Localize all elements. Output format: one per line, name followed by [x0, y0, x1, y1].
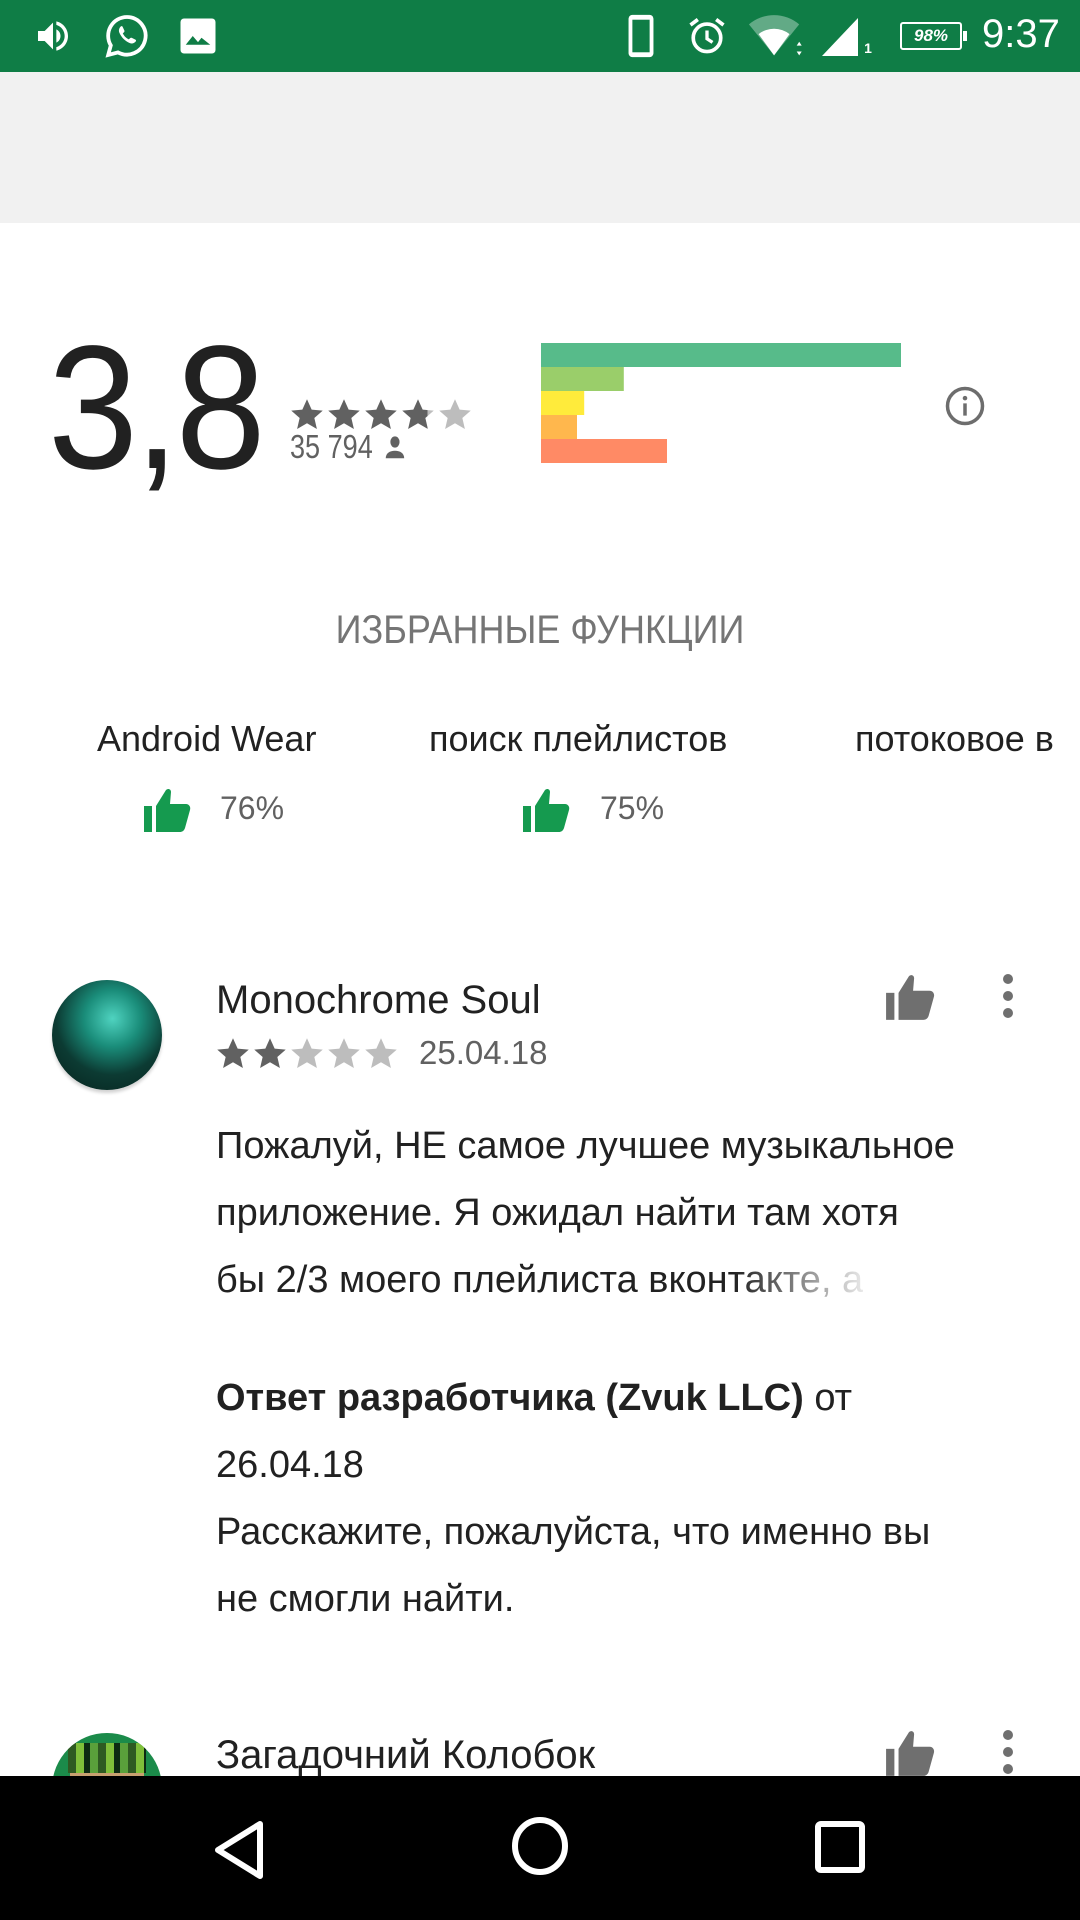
review-stars — [215, 1036, 400, 1072]
clock: 9:37 — [982, 12, 1060, 56]
whatsapp-icon — [102, 14, 152, 58]
star-icon — [439, 399, 471, 429]
rating-count: 35 794 — [290, 428, 407, 466]
histogram-bar-4-stars — [541, 367, 624, 391]
review-body[interactable]: Пожалуй, НЕ самое лучшее музыкальное при… — [216, 1113, 1046, 1314]
navigation-bar — [0, 1776, 1080, 1920]
avatar[interactable] — [52, 980, 162, 1090]
more-vert-icon — [1003, 974, 1013, 1018]
back-icon — [215, 1821, 263, 1879]
features-title: ИЗБРАННЫЕ ФУНКЦИИ — [335, 608, 745, 652]
home-button[interactable] — [510, 1816, 570, 1881]
reply-title-suffix: от — [803, 1377, 853, 1419]
reply-line: Расскажите, пожалуйста, что именно вы — [216, 1511, 931, 1553]
star-icon — [328, 1038, 360, 1068]
info-icon[interactable] — [944, 385, 986, 427]
feature-percent: 75% — [600, 790, 665, 826]
wifi-icon — [746, 14, 806, 58]
recents-icon — [815, 1821, 865, 1873]
average-rating: 3,8 — [48, 310, 266, 506]
star-icon — [291, 1038, 323, 1068]
star-icon — [254, 1038, 286, 1068]
review-line: приложение. Я ожидал найти там хотя — [216, 1192, 899, 1234]
recents-button[interactable] — [814, 1820, 866, 1879]
phone-icon — [624, 14, 658, 58]
thumbs-up-icon — [521, 786, 573, 834]
reply-title: Ответ разработчика (Zvuk LLC) — [216, 1377, 804, 1419]
review-line: Пожалуй, НЕ самое лучшее музыкальное — [216, 1125, 955, 1167]
header-area — [0, 72, 1080, 223]
sim-label: 1 — [864, 40, 872, 56]
review-author: Загадочний Колобок — [216, 1733, 596, 1777]
histogram-bar-1-stars — [541, 439, 667, 463]
review-author: Monochrome Soul — [216, 978, 541, 1022]
home-icon — [512, 1817, 568, 1875]
rating-histogram — [541, 343, 901, 463]
back-button[interactable] — [212, 1820, 268, 1885]
more-vert-icon — [1003, 1730, 1013, 1774]
star-icon — [217, 1038, 249, 1068]
star-icon — [365, 1038, 397, 1068]
histogram-bar-5-stars — [541, 343, 901, 367]
feature-name[interactable]: потоковое в — [855, 718, 1054, 760]
volume-icon — [32, 14, 74, 58]
thumbs-up-icon — [142, 786, 194, 834]
status-bar: 1 98% 9:37 — [0, 0, 1080, 72]
review-line: бы 2/3 моего плейлиста вконтакте, а — [216, 1247, 863, 1314]
histogram-bar-3-stars — [541, 391, 585, 415]
feature-name[interactable]: поиск плейлистов — [429, 718, 727, 760]
person-icon — [383, 432, 408, 462]
review-date: 25.04.18 — [419, 1034, 548, 1071]
battery-percent: 98% — [913, 26, 949, 45]
feature-name[interactable]: Android Wear — [97, 718, 316, 760]
reply-line: не смогли найти. — [216, 1578, 515, 1620]
helpful-button[interactable] — [884, 1728, 938, 1783]
reply-date: 26.04.18 — [216, 1444, 364, 1486]
alarm-icon — [684, 14, 730, 58]
feature-percent: 76% — [220, 790, 285, 826]
more-options-button[interactable] — [990, 970, 1026, 1022]
rating-count-value: 35 794 — [290, 428, 373, 465]
battery-icon: 98% — [896, 14, 967, 58]
developer-reply: Ответ разработчика (Zvuk LLC) от 26.04.1… — [216, 1365, 1046, 1633]
signal-icon: 1 — [818, 14, 874, 58]
thumbs-up-icon — [886, 1731, 935, 1776]
image-icon — [176, 14, 220, 58]
helpful-button[interactable] — [884, 972, 938, 1027]
more-options-button[interactable] — [990, 1726, 1026, 1778]
histogram-bar-2-stars — [541, 415, 577, 439]
thumbs-up-icon — [886, 975, 935, 1020]
